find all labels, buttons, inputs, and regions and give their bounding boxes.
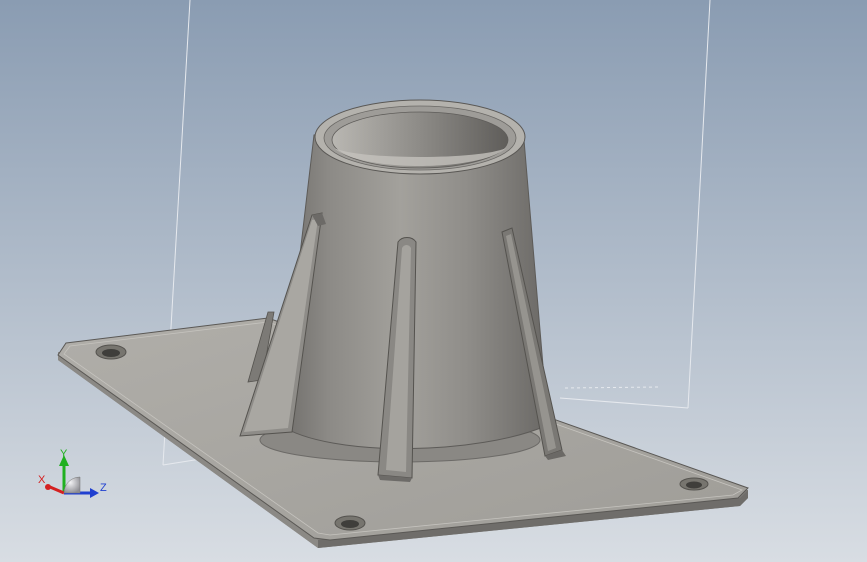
mounting-hole-front-left[interactable] xyxy=(334,515,366,531)
cone-top-opening[interactable] xyxy=(314,99,526,175)
graphics-viewport[interactable]: Y Z X xyxy=(0,0,867,562)
triad-x-arrow-icon xyxy=(45,484,51,490)
triad-y-label: Y xyxy=(60,448,68,460)
mounting-hole-front-right[interactable] xyxy=(679,477,709,491)
viewport-canvas[interactable]: Y Z X xyxy=(0,0,867,562)
triad-x-label: X xyxy=(38,474,46,486)
triad-z-label: Z xyxy=(100,482,107,494)
mounting-hole-back-left[interactable] xyxy=(95,344,127,360)
